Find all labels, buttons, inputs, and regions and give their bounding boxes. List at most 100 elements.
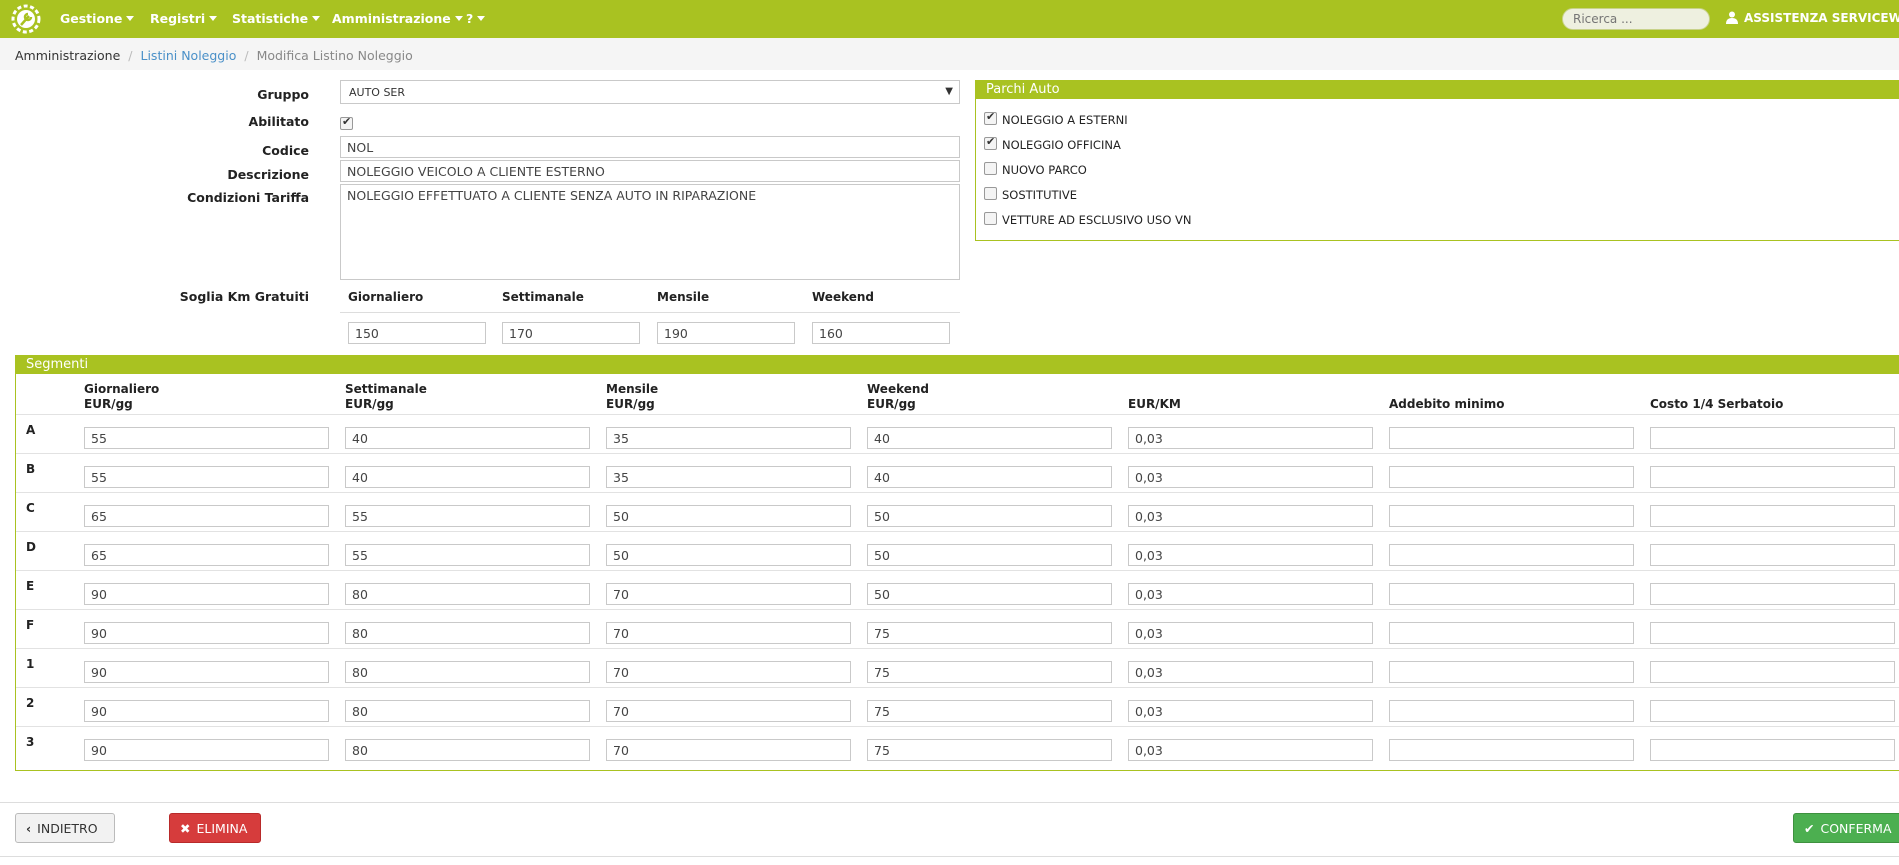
- segment-input-eur-km[interactable]: 0,03: [1128, 505, 1373, 527]
- segment-input-giornaliero[interactable]: 65: [84, 544, 329, 566]
- descrizione-input[interactable]: NOLEGGIO VEICOLO A CLIENTE ESTERNO: [340, 160, 960, 182]
- gruppo-label: Gruppo: [257, 87, 309, 102]
- segment-input-mensile[interactable]: 70: [606, 583, 851, 605]
- nav-amministrazione[interactable]: Amministrazione: [332, 11, 463, 26]
- gruppo-selected-value: AUTO SER: [349, 86, 406, 99]
- segment-input-costo-serbatoio[interactable]: [1650, 622, 1895, 644]
- segment-input-eur-km[interactable]: 0,03: [1128, 661, 1373, 683]
- segment-input-addebito-minimo[interactable]: [1389, 622, 1634, 644]
- segment-input-weekend[interactable]: 75: [867, 661, 1112, 683]
- segment-input-eur-km[interactable]: 0,03: [1128, 466, 1373, 488]
- soglia-mensile-input[interactable]: 190: [657, 322, 795, 344]
- segment-row-divider: [16, 531, 1899, 532]
- segment-input-costo-serbatoio[interactable]: [1650, 544, 1895, 566]
- segment-input-addebito-minimo[interactable]: [1389, 505, 1634, 527]
- segment-input-weekend[interactable]: 75: [867, 622, 1112, 644]
- segment-input-costo-serbatoio[interactable]: [1650, 739, 1895, 761]
- segment-input-mensile[interactable]: 35: [606, 427, 851, 449]
- segment-input-settimanale[interactable]: 55: [345, 505, 590, 527]
- back-button[interactable]: ‹ INDIETRO: [15, 813, 115, 843]
- segment-input-settimanale[interactable]: 80: [345, 661, 590, 683]
- segment-input-giornaliero[interactable]: 55: [84, 427, 329, 449]
- segment-input-eur-km[interactable]: 0,03: [1128, 427, 1373, 449]
- abilitato-checkbox[interactable]: [340, 115, 353, 130]
- soglia-weekend-input[interactable]: 160: [812, 322, 950, 344]
- segment-row-divider: [16, 648, 1899, 649]
- segment-input-addebito-minimo[interactable]: [1389, 661, 1634, 683]
- segment-input-settimanale[interactable]: 55: [345, 544, 590, 566]
- gruppo-select[interactable]: AUTO SER ▼: [340, 80, 960, 104]
- segment-input-eur-km[interactable]: 0,03: [1128, 700, 1373, 722]
- segment-input-costo-serbatoio[interactable]: [1650, 427, 1895, 449]
- segment-input-addebito-minimo[interactable]: [1389, 700, 1634, 722]
- breadcrumb-current: Modifica Listino Noleggio: [256, 48, 413, 63]
- parco-checkbox-noleggio-esterni[interactable]: [984, 110, 997, 125]
- segment-input-mensile[interactable]: 70: [606, 661, 851, 683]
- segment-input-costo-serbatoio[interactable]: [1650, 661, 1895, 683]
- segment-input-mensile[interactable]: 70: [606, 739, 851, 761]
- segment-input-weekend[interactable]: 75: [867, 739, 1112, 761]
- nav-statistiche[interactable]: Statistiche: [232, 11, 321, 26]
- segment-input-costo-serbatoio[interactable]: [1650, 505, 1895, 527]
- segment-input-settimanale[interactable]: 80: [345, 700, 590, 722]
- search-input[interactable]: [1562, 8, 1710, 30]
- segment-input-giornaliero[interactable]: 90: [84, 700, 329, 722]
- segment-input-settimanale[interactable]: 40: [345, 427, 590, 449]
- segment-input-weekend[interactable]: 40: [867, 427, 1112, 449]
- parco-checkbox-noleggio-officina[interactable]: [984, 135, 997, 150]
- nav-gestione[interactable]: Gestione: [60, 11, 135, 26]
- parco-checkbox-nuovo-parco[interactable]: [984, 162, 997, 175]
- segment-input-costo-serbatoio[interactable]: [1650, 700, 1895, 722]
- segment-input-eur-km[interactable]: 0,03: [1128, 622, 1373, 644]
- segment-input-mensile[interactable]: 70: [606, 622, 851, 644]
- confirm-button-label: CONFERMA: [1820, 821, 1892, 836]
- segment-input-weekend[interactable]: 50: [867, 544, 1112, 566]
- segment-input-eur-km[interactable]: 0,03: [1128, 739, 1373, 761]
- segment-input-eur-km[interactable]: 0,03: [1128, 544, 1373, 566]
- user-menu[interactable]: ASSISTENZA SERVICEWEB: [1726, 11, 1899, 25]
- segment-input-settimanale[interactable]: 80: [345, 622, 590, 644]
- confirm-button[interactable]: ✔ CONFERMA: [1793, 813, 1899, 843]
- segment-input-mensile[interactable]: 35: [606, 466, 851, 488]
- chevron-left-icon: ‹: [26, 821, 32, 836]
- segment-col-header-giornaliero: Giornaliero EUR/gg: [84, 382, 159, 412]
- segment-input-addebito-minimo[interactable]: [1389, 466, 1634, 488]
- segment-input-giornaliero[interactable]: 55: [84, 466, 329, 488]
- segment-input-addebito-minimo[interactable]: [1389, 544, 1634, 566]
- nav-registri[interactable]: Registri: [150, 11, 218, 26]
- parco-checkbox-sostitutive[interactable]: [984, 187, 997, 200]
- segment-input-weekend[interactable]: 75: [867, 700, 1112, 722]
- soglia-settimanale-input[interactable]: 170: [502, 322, 640, 344]
- segment-input-mensile[interactable]: 50: [606, 544, 851, 566]
- segment-input-weekend[interactable]: 50: [867, 505, 1112, 527]
- segment-input-giornaliero[interactable]: 90: [84, 661, 329, 683]
- segment-input-weekend[interactable]: 50: [867, 583, 1112, 605]
- segment-input-costo-serbatoio[interactable]: [1650, 466, 1895, 488]
- segment-input-giornaliero[interactable]: 90: [84, 739, 329, 761]
- segment-input-addebito-minimo[interactable]: [1389, 739, 1634, 761]
- segment-input-weekend[interactable]: 40: [867, 466, 1112, 488]
- segment-input-giornaliero[interactable]: 65: [84, 505, 329, 527]
- segment-input-giornaliero[interactable]: 90: [84, 622, 329, 644]
- segment-input-mensile[interactable]: 70: [606, 700, 851, 722]
- segment-input-settimanale[interactable]: 80: [345, 583, 590, 605]
- soglia-giornaliero-input[interactable]: 150: [348, 322, 486, 344]
- gear-wrench-logo-icon[interactable]: [10, 3, 42, 35]
- segment-input-settimanale[interactable]: 40: [345, 466, 590, 488]
- nav-help[interactable]: ?: [466, 11, 486, 26]
- condizioni-tariffa-textarea[interactable]: NOLEGGIO EFFETTUATO A CLIENTE SENZA AUTO…: [340, 184, 960, 280]
- delete-button-label: ELIMINA: [196, 821, 248, 836]
- segment-input-costo-serbatoio[interactable]: [1650, 583, 1895, 605]
- caret-down-icon: [209, 16, 218, 21]
- segment-input-giornaliero[interactable]: 90: [84, 583, 329, 605]
- codice-input[interactable]: NOL: [340, 136, 960, 158]
- breadcrumb-link-listini[interactable]: Listini Noleggio: [141, 48, 237, 63]
- segment-input-eur-km[interactable]: 0,03: [1128, 583, 1373, 605]
- parco-checkbox-vetture-vn[interactable]: [984, 212, 997, 225]
- delete-button[interactable]: ✖ ELIMINA: [169, 813, 261, 843]
- caret-down-icon: [126, 16, 135, 21]
- segment-input-mensile[interactable]: 50: [606, 505, 851, 527]
- segment-input-addebito-minimo[interactable]: [1389, 583, 1634, 605]
- segment-input-settimanale[interactable]: 80: [345, 739, 590, 761]
- segment-input-addebito-minimo[interactable]: [1389, 427, 1634, 449]
